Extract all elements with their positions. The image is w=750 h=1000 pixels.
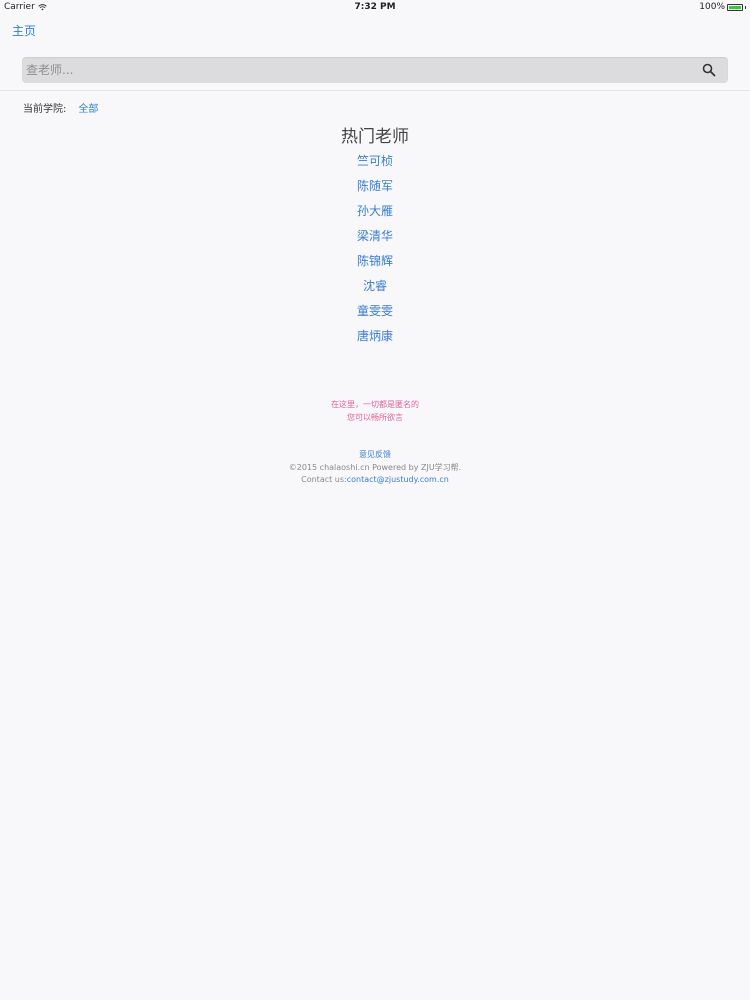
status-right: 100% [699, 0, 746, 14]
hot-teachers-title: 热门老师 [341, 127, 409, 147]
teacher-link[interactable]: 孙大雁 [357, 204, 393, 218]
search-bar [22, 57, 728, 83]
college-select-link[interactable]: 全部 [78, 100, 98, 115]
back-to-home-link[interactable]: 主页 [12, 22, 36, 39]
battery-tip [745, 5, 746, 9]
status-time: 7:32 PM [354, 2, 396, 12]
list-item: 孙大雁 [0, 201, 750, 226]
college-filter: 当前学院: 全部 [23, 100, 98, 115]
battery-icon [727, 3, 743, 11]
battery-percent: 100% [699, 2, 725, 12]
list-item: 陈随军 [0, 176, 750, 201]
teacher-link[interactable]: 陈锦辉 [357, 254, 393, 268]
teacher-link[interactable]: 童雯雯 [357, 304, 393, 318]
list-item: 唐炳康 [0, 326, 750, 351]
teacher-link[interactable]: 沈睿 [363, 279, 387, 293]
list-item: 沈睿 [0, 276, 750, 301]
list-item: 童雯雯 [0, 301, 750, 326]
teacher-link[interactable]: 竺可桢 [357, 154, 393, 168]
notice-line-2: 您可以畅所欲言 [347, 413, 403, 422]
hot-teacher-list: 竺可桢 陈随军 孙大雁 梁清华 陈锦辉 沈睿 童雯雯 唐炳康 [0, 151, 750, 351]
feedback-link[interactable]: 意见反馈 [0, 449, 750, 460]
list-item: 陈锦辉 [0, 251, 750, 276]
notice-line-1: 在这里，一切都是匿名的 [331, 400, 419, 409]
divider [0, 90, 750, 91]
footer: ©2015 chalaoshi.cn Powered by ZJU学习帮. Co… [0, 462, 750, 486]
teacher-link[interactable]: 唐炳康 [357, 329, 393, 343]
copyright-text: ©2015 chalaoshi.cn Powered by ZJU学习帮. [288, 463, 462, 472]
list-item: 竺可桢 [0, 151, 750, 176]
search-input[interactable] [26, 57, 686, 83]
search-icon[interactable] [702, 63, 716, 77]
teacher-link[interactable]: 梁清华 [357, 229, 393, 243]
contact-line: Contact us:contact@zjustudy.com.cn [0, 474, 750, 486]
college-label: 当前学院: [23, 104, 67, 115]
list-item: 梁清华 [0, 226, 750, 251]
teacher-link[interactable]: 陈随军 [357, 179, 393, 193]
contact-email-link[interactable]: contact@zjustudy.com.cn [347, 475, 449, 484]
anonymity-notice: 在这里，一切都是匿名的 您可以畅所欲言 [0, 398, 750, 424]
contact-label: Contact us: [301, 475, 347, 484]
status-bar: Carrier 7:32 PM 100% [0, 0, 750, 14]
